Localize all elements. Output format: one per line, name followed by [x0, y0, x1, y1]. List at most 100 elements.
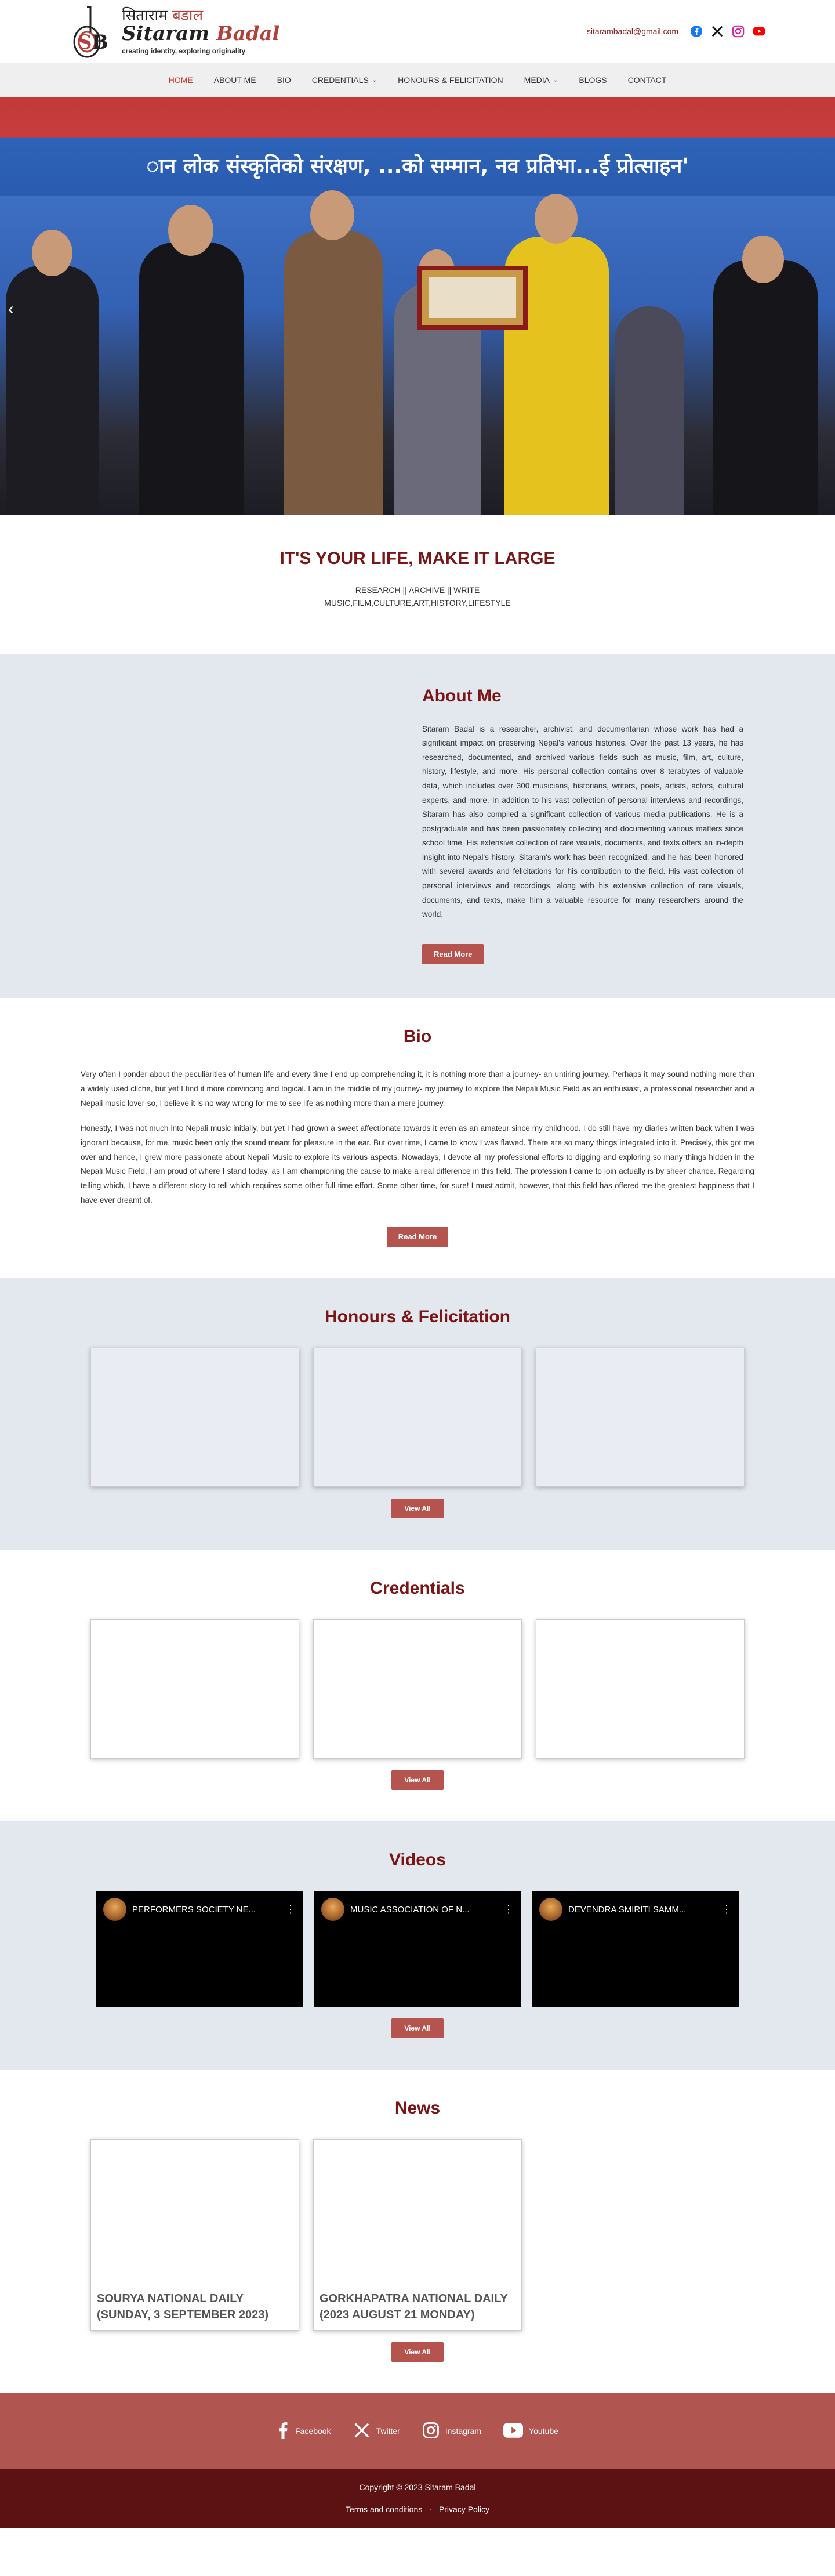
- credential-card[interactable]: [90, 1619, 299, 1759]
- footer-social-links: Facebook Twitter Instagram Youtube: [0, 2393, 835, 2469]
- footer-twitter-link[interactable]: Twitter: [353, 2422, 400, 2441]
- news-button-wrap: View All: [0, 2342, 835, 2362]
- honour-card[interactable]: [90, 1348, 299, 1488]
- news-list: SOURYA NATIONAL DAILY (SUNDAY, 3 SEPTEMB…: [0, 2139, 612, 2331]
- credentials-button-wrap: View All: [0, 1770, 835, 1790]
- video-header: PERFORMERS SOCIETY NE... ⋮: [96, 1891, 303, 1928]
- bio-content: Very often I ponder about the peculiarit…: [81, 1068, 754, 1247]
- videos-section: Videos PERFORMERS SOCIETY NE... ⋮ MUSIC …: [0, 1821, 835, 2070]
- chevron-down-icon: ⌄: [553, 77, 558, 84]
- video-list: PERFORMERS SOCIETY NE... ⋮ MUSIC ASSOCIA…: [0, 1891, 835, 2007]
- video-embed[interactable]: PERFORMERS SOCIETY NE... ⋮: [96, 1891, 303, 2007]
- honours-section: Honours & Felicitation View All: [0, 1278, 835, 1550]
- x-icon[interactable]: [711, 25, 724, 38]
- tagline-line-2: MUSIC,FILM,CULTURE,ART,HISTORY,LIFESTYLE: [324, 598, 511, 608]
- video-title[interactable]: DEVENDRA SMIRITI SAMM...: [568, 1905, 716, 1915]
- logo-text: सिताराम बडाल Sitaram Badal creating iden…: [122, 6, 280, 56]
- site-header: B S सिताराम बडाल Sitaram Badal creating …: [0, 0, 835, 97]
- news-title: News: [394, 2099, 441, 2118]
- nav-item-home[interactable]: HOME: [158, 75, 204, 85]
- tagline-line-1: RESEARCH || ARCHIVE || WRITE: [355, 585, 480, 595]
- honour-card[interactable]: [313, 1348, 522, 1488]
- channel-avatar[interactable]: [321, 1898, 344, 1922]
- email-link[interactable]: sitarambadal@gmail.com: [587, 27, 678, 36]
- news-view-all-button[interactable]: View All: [391, 2342, 444, 2362]
- footer-instagram-link[interactable]: Instagram: [422, 2422, 481, 2441]
- nav-item-credentials[interactable]: CREDENTIALS ⌄: [302, 75, 387, 85]
- video-embed[interactable]: MUSIC ASSOCIATION OF N... ⋮: [314, 1891, 521, 2007]
- honours-button-wrap: View All: [0, 1499, 835, 1519]
- video-header: MUSIC ASSOCIATION OF N... ⋮: [314, 1891, 521, 1928]
- about-section: About Me Sitaram Badal is a researcher, …: [0, 653, 835, 998]
- video-title[interactable]: PERFORMERS SOCIETY NE...: [132, 1905, 279, 1915]
- logo-nepali: सिताराम बडाल: [122, 6, 204, 24]
- bio-section: Bio Very often I ponder about the peculi…: [0, 998, 835, 1279]
- nav-item-honours[interactable]: HONOURS & FELICITATION: [387, 75, 514, 85]
- hero-banner-backdrop: [0, 97, 835, 196]
- logo-guitar-icon: B S: [70, 3, 116, 59]
- footer-youtube-link[interactable]: Youtube: [503, 2423, 558, 2440]
- terms-link[interactable]: Terms and conditions: [346, 2505, 422, 2514]
- youtube-label: Youtube: [529, 2426, 558, 2436]
- top-bar: B S सिताराम बडाल Sitaram Badal creating …: [0, 0, 835, 63]
- channel-avatar[interactable]: [539, 1898, 562, 1922]
- news-section: News SOURYA NATIONAL DAILY (SUNDAY, 3 SE…: [0, 2070, 835, 2393]
- bio-paragraph-1: Very often I ponder about the peculiarit…: [81, 1069, 754, 1108]
- credential-card[interactable]: [536, 1619, 745, 1759]
- videos-view-all-button[interactable]: View All: [391, 2018, 444, 2039]
- logo-tagline: creating identity, exploring originality: [122, 47, 246, 56]
- news-card-title[interactable]: GORKHAPATRA NATIONAL DAILY (2023 AUGUST …: [320, 2291, 515, 2323]
- about-read-more-button[interactable]: Read More: [422, 943, 484, 964]
- bio-title: Bio: [403, 1026, 432, 1046]
- credential-card[interactable]: [313, 1619, 522, 1759]
- more-vert-icon[interactable]: ⋮: [721, 1904, 732, 1916]
- news-card[interactable]: SOURYA NATIONAL DAILY (SUNDAY, 3 SEPTEMB…: [90, 2139, 299, 2331]
- instagram-label: Instagram: [445, 2426, 482, 2436]
- about-title: About Me: [422, 686, 502, 705]
- footer-legal-links: Terms and conditions · Privacy Policy: [346, 2505, 489, 2514]
- news-card[interactable]: GORKHAPATRA NATIONAL DAILY (2023 AUGUST …: [313, 2139, 522, 2331]
- video-embed[interactable]: DEVENDRA SMIRITI SAMM... ⋮: [532, 1891, 739, 2007]
- svg-text:S: S: [78, 31, 92, 54]
- privacy-link[interactable]: Privacy Policy: [439, 2505, 489, 2514]
- more-vert-icon[interactable]: ⋮: [503, 1904, 514, 1916]
- tagline-section: IT'S YOUR LIFE, MAKE IT LARGE RESEARCH |…: [0, 515, 835, 654]
- news-card-title[interactable]: SOURYA NATIONAL DAILY (SUNDAY, 3 SEPTEMB…: [97, 2291, 293, 2323]
- credentials-section: Credentials View All: [0, 1550, 835, 1821]
- nav-item-about-me[interactable]: ABOUT ME: [204, 75, 267, 85]
- footer-facebook-link[interactable]: Facebook: [277, 2422, 331, 2441]
- svg-text:B: B: [92, 31, 108, 54]
- copyright-text: Copyright © 2023 Sitaram Badal: [359, 2483, 476, 2492]
- chevron-left-icon[interactable]: ‹: [8, 299, 14, 319]
- footer-bottom: Copyright © 2023 Sitaram Badal Terms and…: [0, 2469, 835, 2528]
- channel-avatar[interactable]: [103, 1898, 126, 1922]
- site-logo[interactable]: B S सिताराम बडाल Sitaram Badal creating …: [70, 3, 279, 59]
- facebook-icon: [277, 2422, 289, 2441]
- logo-english: Sitaram Badal: [122, 22, 280, 46]
- about-text: Sitaram Badal is a researcher, archivist…: [422, 724, 743, 919]
- hero-slider[interactable]: ान लोक संस्कृतिको संरक्षण, ...को सम्मान,…: [0, 97, 835, 515]
- instagram-icon[interactable]: [732, 25, 745, 38]
- youtube-icon[interactable]: [753, 25, 765, 38]
- video-title[interactable]: MUSIC ASSOCIATION OF N...: [350, 1905, 498, 1915]
- bio-paragraph-2: Honestly, I was not much into Nepali mus…: [81, 1123, 754, 1205]
- nav-item-blogs[interactable]: BLOGS: [568, 75, 617, 85]
- hero-banner-text: ान लोक संस्कृतिको संरक्षण, ...को सम्मान,…: [146, 154, 689, 178]
- chevron-down-icon: ⌄: [372, 77, 377, 84]
- more-vert-icon[interactable]: ⋮: [285, 1904, 296, 1916]
- honours-title: Honours & Felicitation: [324, 1307, 510, 1327]
- youtube-icon: [503, 2423, 524, 2440]
- bio-read-more-button[interactable]: Read More: [386, 1227, 449, 1247]
- nav-item-contact[interactable]: CONTACT: [618, 75, 677, 85]
- honour-card[interactable]: [536, 1348, 745, 1488]
- footer-separator: ·: [429, 2505, 432, 2515]
- credentials-view-all-button[interactable]: View All: [391, 1770, 444, 1790]
- facebook-icon[interactable]: [690, 25, 703, 38]
- honours-view-all-button[interactable]: View All: [391, 1499, 444, 1519]
- twitter-label: Twitter: [376, 2426, 400, 2436]
- nav-item-media[interactable]: MEDIA ⌄: [514, 75, 569, 85]
- bio-button-wrap: Read More: [81, 1218, 754, 1247]
- nav-item-bio[interactable]: BIO: [267, 75, 302, 85]
- about-content: About Me Sitaram Badal is a researcher, …: [422, 686, 743, 964]
- credentials-title: Credentials: [370, 1579, 465, 1598]
